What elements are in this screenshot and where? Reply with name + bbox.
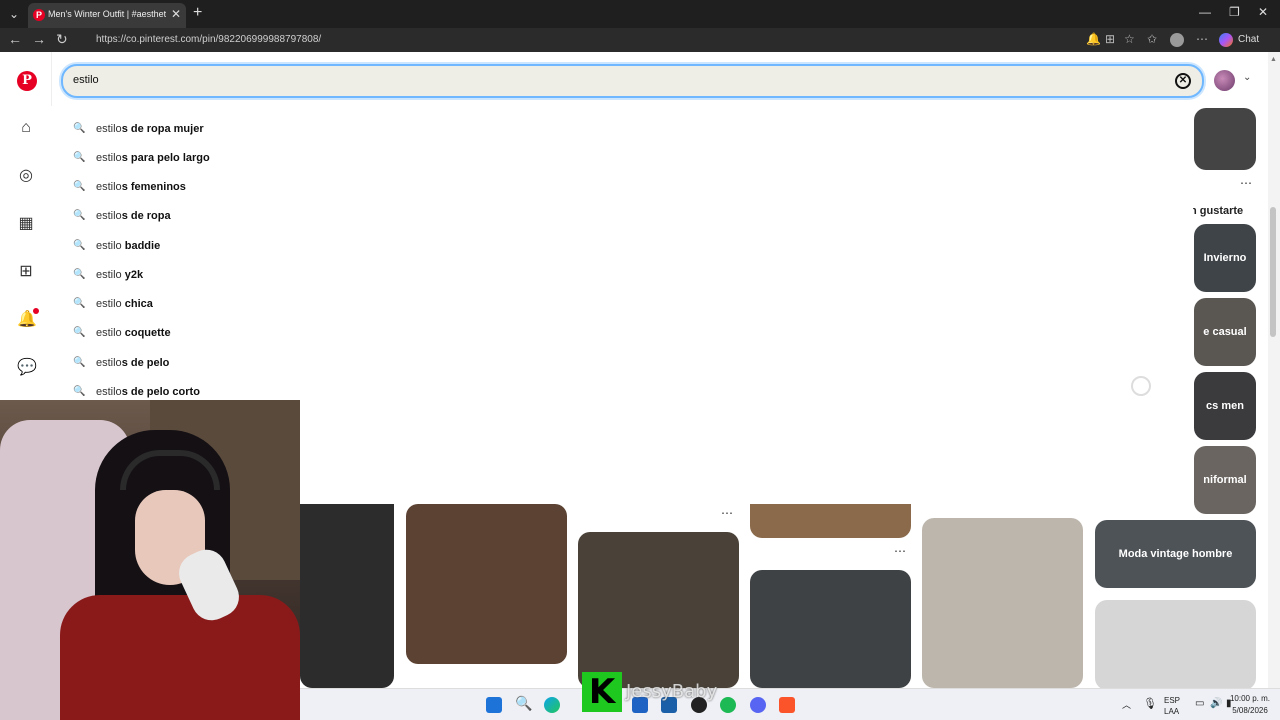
- pin-card[interactable]: cs men: [1194, 372, 1256, 440]
- address-bar: ← → ↻ https://co.pinterest.com/pin/98220…: [0, 28, 1280, 52]
- app-available-icon[interactable]: ⊞: [1105, 32, 1115, 46]
- restore-icon[interactable]: ❐: [1229, 5, 1240, 19]
- search-icon: 🔍: [73, 240, 86, 251]
- pin-card[interactable]: [750, 504, 911, 538]
- messages-icon[interactable]: 💬: [17, 359, 37, 377]
- reload-icon[interactable]: ↻: [56, 31, 68, 48]
- notifications-bell-icon[interactable]: 🔔: [17, 311, 37, 329]
- pin-card[interactable]: [1194, 108, 1256, 170]
- page-scrollbar[interactable]: [1268, 52, 1280, 688]
- pin-more-icon[interactable]: ⋯: [1240, 176, 1252, 190]
- webcam-overlay: [0, 400, 300, 720]
- pinterest-logo-icon[interactable]: P: [17, 71, 37, 91]
- pin-card[interactable]: niformal: [1194, 446, 1256, 514]
- search-icon: 🔍: [73, 386, 86, 397]
- more-ideas-heading: n gustarte: [1190, 205, 1244, 217]
- language-bottom[interactable]: LAA: [1164, 707, 1179, 716]
- chevron-down-icon[interactable]: ⌄: [1243, 72, 1251, 83]
- create-plus-icon[interactable]: ⊞: [17, 263, 35, 281]
- profile-avatar[interactable]: [1170, 33, 1184, 47]
- notification-bell-icon[interactable]: 🔔: [1086, 32, 1101, 46]
- pin-label: e casual: [1203, 326, 1247, 338]
- search-icon: 🔍: [73, 327, 86, 338]
- search-icon: 🔍: [73, 298, 86, 309]
- brave-icon[interactable]: [779, 697, 795, 713]
- notification-dot: [33, 308, 39, 314]
- pin-card[interactable]: [750, 570, 911, 688]
- pin-card[interactable]: [1095, 600, 1256, 690]
- search-icon: 🔍: [73, 152, 86, 163]
- pin-label: cs men: [1206, 400, 1244, 412]
- pin-card[interactable]: [922, 518, 1083, 688]
- clock-date[interactable]: 5/08/2026: [1228, 706, 1272, 715]
- clock-time[interactable]: 10:00 p. m.: [1228, 694, 1272, 703]
- edge-icon[interactable]: [544, 697, 560, 713]
- search-icon: 🔍: [73, 269, 86, 280]
- pin-label: niformal: [1203, 474, 1247, 486]
- windows-taskbar: 🔍 ︿ 🎙 ESP LAA ▭ 🔊 ▮ 10:00 p. m. 5/08/202…: [300, 688, 1280, 720]
- search-icon[interactable]: 🔍: [515, 695, 532, 711]
- browser-tab-bar: ⌄ P Men's Winter Outfit | #aesthetic # ✕…: [0, 0, 1280, 28]
- home-icon[interactable]: ⌂: [17, 119, 35, 137]
- copilot-icon[interactable]: [1219, 33, 1233, 47]
- pin-card[interactable]: Moda vintage hombre: [1095, 520, 1256, 588]
- favorites-list-icon[interactable]: ✩: [1147, 32, 1157, 46]
- streamer-body: [60, 595, 300, 720]
- explore-compass-icon[interactable]: ◎: [17, 167, 35, 185]
- more-options-icon[interactable]: ⋯: [1196, 32, 1208, 46]
- new-tab-plus-icon[interactable]: +: [193, 4, 202, 22]
- pin-card[interactable]: Invierno: [1194, 224, 1256, 292]
- tab-close-icon[interactable]: ✕: [171, 7, 181, 21]
- boards-icon[interactable]: ▦: [17, 215, 35, 233]
- spotify-icon[interactable]: [720, 697, 736, 713]
- favorite-star-icon[interactable]: ☆: [1124, 32, 1135, 46]
- forward-arrow-icon[interactable]: →: [32, 31, 46, 47]
- url-field[interactable]: https://co.pinterest.com/pin/98220699998…: [96, 34, 321, 45]
- microphone-icon[interactable]: 🎙: [1143, 697, 1157, 710]
- pin-more-icon[interactable]: ⋯: [721, 506, 733, 520]
- scrollbar-thumb[interactable]: [1270, 207, 1276, 337]
- scroll-up-arrow-icon[interactable]: ▲: [1270, 56, 1277, 63]
- stream-username: JessyBaby: [626, 681, 718, 702]
- tab-list-chevron-icon[interactable]: ⌄: [4, 4, 24, 24]
- pin-label: Moda vintage hombre: [1118, 548, 1233, 560]
- language-top[interactable]: ESP: [1164, 696, 1180, 705]
- pin-label: Invierno: [1203, 252, 1247, 264]
- window-close-icon[interactable]: ✕: [1258, 5, 1268, 19]
- clear-search-icon[interactable]: ✕: [1175, 73, 1191, 89]
- pin-card[interactable]: [578, 532, 739, 688]
- search-input[interactable]: [73, 74, 1163, 86]
- pin-card[interactable]: e casual: [1194, 298, 1256, 366]
- network-icon[interactable]: ▭: [1195, 698, 1204, 709]
- stream-k-logo: K: [582, 672, 622, 712]
- chat-button-label[interactable]: Chat: [1238, 34, 1259, 45]
- account-avatar[interactable]: [1214, 70, 1235, 91]
- windows-start-icon[interactable]: [486, 697, 502, 713]
- search-icon: 🔍: [73, 123, 86, 134]
- loading-spinner-icon: [1131, 376, 1151, 396]
- pin-card[interactable]: [300, 504, 394, 688]
- tab-title: Men's Winter Outfit | #aesthetic #: [48, 9, 166, 19]
- search-icon: 🔍: [73, 181, 86, 192]
- volume-icon[interactable]: 🔊: [1210, 698, 1222, 709]
- back-arrow-icon[interactable]: ←: [8, 31, 22, 47]
- search-bar[interactable]: ✕: [61, 64, 1204, 98]
- discord-icon[interactable]: [750, 697, 766, 713]
- tray-chevron-icon[interactable]: ︿: [1122, 698, 1131, 711]
- search-icon: 🔍: [73, 210, 86, 221]
- minimize-icon[interactable]: —: [1199, 5, 1211, 19]
- search-icon: 🔍: [73, 357, 86, 368]
- browser-tab-active[interactable]: P Men's Winter Outfit | #aesthetic # ✕: [28, 3, 186, 28]
- pin-more-icon[interactable]: ⋯: [894, 544, 906, 558]
- pin-card[interactable]: [406, 504, 567, 664]
- pinterest-favicon-icon: P: [33, 9, 45, 21]
